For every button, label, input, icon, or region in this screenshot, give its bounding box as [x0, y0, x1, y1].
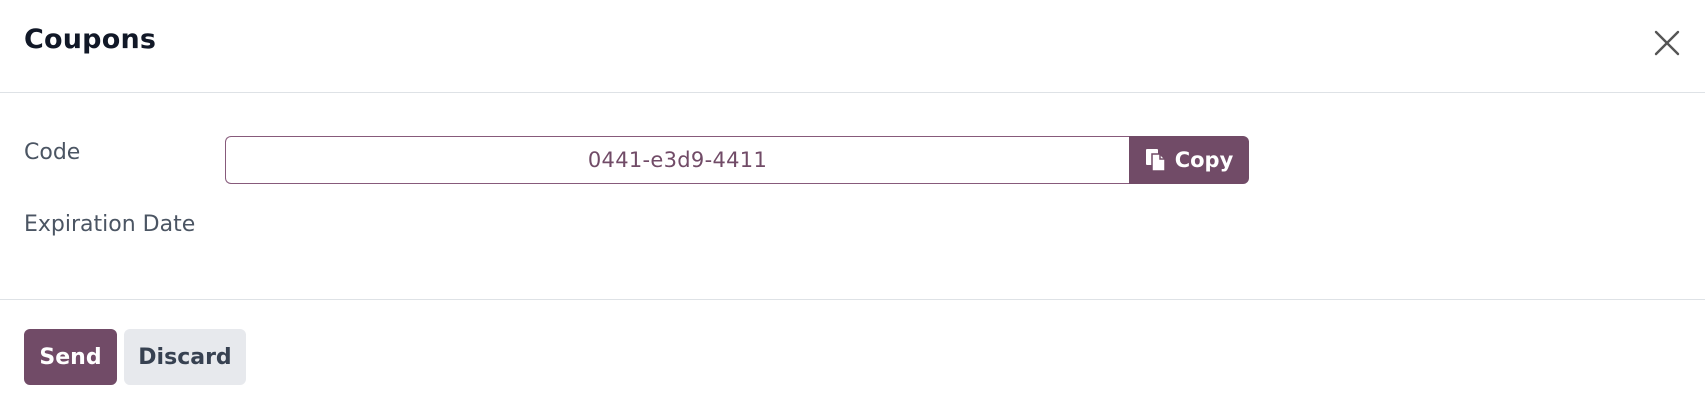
coupons-dialog: Coupons Code 0441-e3d9-4411 Copy Expirat… [0, 0, 1705, 413]
coupon-code-field[interactable]: 0441-e3d9-4411 [225, 136, 1129, 184]
code-field-group: 0441-e3d9-4411 Copy [225, 136, 1249, 184]
dialog-footer: Send Discard [0, 300, 1705, 413]
copy-button[interactable]: Copy [1129, 136, 1249, 184]
dialog-header: Coupons [0, 0, 1705, 93]
dialog-body: Code 0441-e3d9-4411 Copy Expiration Date [0, 93, 1705, 300]
code-label: Code [24, 140, 81, 165]
close-icon[interactable] [1652, 28, 1682, 58]
expiration-date-label: Expiration Date [24, 212, 196, 237]
copy-button-label: Copy [1174, 148, 1234, 172]
send-button[interactable]: Send [24, 329, 117, 385]
dialog-title: Coupons [24, 24, 157, 55]
discard-button[interactable]: Discard [124, 329, 246, 385]
clipboard-icon [1145, 148, 1167, 172]
